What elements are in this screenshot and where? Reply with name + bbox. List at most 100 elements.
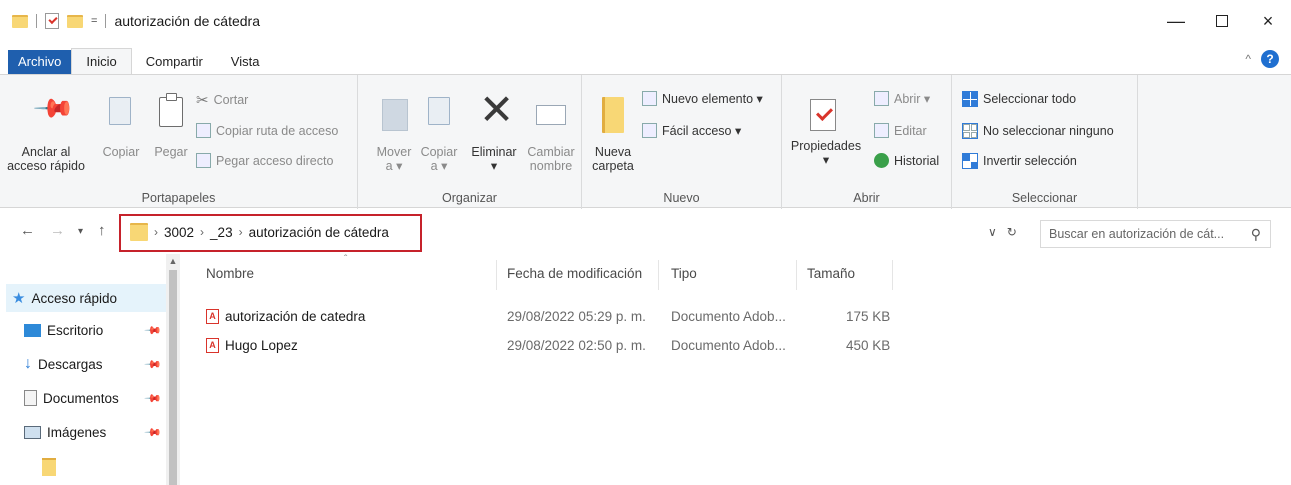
sidebar-item-label: Descargas	[38, 356, 103, 372]
easy-access-label: Fácil acceso ▾	[662, 124, 742, 138]
pin-label-2: acceso rápido	[7, 159, 85, 173]
history-button[interactable]: Historial	[874, 153, 939, 168]
file-type: Documento Adob...	[671, 338, 786, 353]
file-date: 29/08/2022 02:50 p. m.	[507, 338, 646, 353]
copy-button[interactable]: Copiar	[98, 145, 144, 159]
properties-icon[interactable]	[45, 13, 59, 29]
sidebar-item-descargas[interactable]: ↓ Descargas 📌	[24, 350, 162, 378]
column-divider[interactable]	[892, 260, 893, 290]
column-header-size[interactable]: Tamaño	[807, 266, 855, 281]
minimize-button[interactable]: —	[1153, 0, 1199, 42]
group-label-abrir: Abrir	[853, 191, 880, 205]
open-button[interactable]: Abrir ▾	[874, 91, 930, 106]
move-to-icon	[382, 99, 408, 131]
search-icon[interactable]: ⚲	[1251, 226, 1261, 243]
select-all-button[interactable]: Seleccionar todo	[962, 91, 1076, 107]
quick-access-dropdown[interactable]: =	[91, 15, 97, 27]
file-date: 29/08/2022 05:29 p. m.	[507, 309, 646, 324]
pin-icon[interactable]: 📌	[143, 355, 162, 373]
maximize-button[interactable]	[1199, 0, 1245, 42]
sidebar-item-documentos[interactable]: Documentos 📌	[24, 384, 162, 412]
pin-icon[interactable]: 📌	[143, 389, 162, 407]
sidebar-item-acceso-rapido[interactable]: ★ Acceso rápido	[6, 284, 166, 312]
window-title: autorización de cátedra	[114, 13, 260, 29]
cut-button[interactable]: ✂ Cortar	[196, 91, 248, 109]
close-button[interactable]: ×	[1245, 0, 1291, 42]
refresh-icon[interactable]: ↻	[1007, 225, 1017, 239]
select-none-button[interactable]: No seleccionar ninguno	[962, 123, 1114, 139]
address-dropdown-icon[interactable]: ∨	[988, 225, 997, 239]
new-folder-label-1: Nueva	[594, 145, 632, 159]
paste-button[interactable]: Pegar	[148, 145, 194, 159]
up-arrow-icon[interactable]: ↑	[98, 222, 106, 239]
column-divider[interactable]	[796, 260, 797, 290]
group-label-portapapeles: Portapapeles	[141, 191, 216, 205]
new-folder-icon[interactable]	[67, 14, 83, 28]
select-none-label: No seleccionar ninguno	[983, 124, 1114, 138]
sidebar-item-label: Escritorio	[47, 322, 104, 338]
collapse-ribbon-icon[interactable]: ^	[1245, 52, 1251, 66]
back-arrow-icon[interactable]: ←	[20, 222, 35, 239]
table-row[interactable]: A autorización de catedra 29/08/2022 05:…	[206, 305, 906, 331]
file-name-cell: A Hugo Lopez	[206, 338, 298, 353]
properties-button[interactable]: Propiedades ▾	[786, 139, 866, 167]
scrollbar-thumb[interactable]	[169, 270, 177, 485]
file-size: 175 KB	[846, 309, 891, 324]
sidebar-scrollbar[interactable]: ▲	[166, 254, 180, 485]
history-icon	[874, 153, 889, 168]
pin-quick-access-button[interactable]: Anclar al acceso rápido	[6, 145, 86, 173]
column-header-type[interactable]: Tipo	[671, 266, 697, 281]
new-item-button[interactable]: Nuevo elemento ▾	[642, 91, 763, 106]
highlight-box	[119, 214, 422, 252]
tab-compartir[interactable]: Compartir	[132, 50, 217, 74]
move-to-button[interactable]: Mover a ▾	[364, 145, 424, 173]
easy-access-button[interactable]: Fácil acceso ▾	[642, 123, 741, 138]
forward-arrow-icon[interactable]: →	[50, 222, 65, 239]
copy-to-button[interactable]: Copiar a ▾	[416, 145, 462, 173]
tab-vista[interactable]: Vista	[217, 50, 274, 74]
properties-label-2: ▾	[822, 153, 830, 167]
search-input[interactable]	[1049, 227, 1244, 241]
scroll-up-icon[interactable]: ▲	[166, 256, 180, 266]
column-divider[interactable]	[496, 260, 497, 290]
tab-archivo[interactable]: Archivo	[8, 50, 72, 74]
group-organizar: Mover a ▾ Copiar a ▾ ✕ Eliminar ▾ Cambia…	[358, 75, 582, 209]
pin-icon[interactable]: 📌	[143, 423, 162, 441]
history-label: Historial	[894, 153, 940, 168]
group-seleccionar: Seleccionar todo No seleccionar ninguno …	[952, 75, 1138, 209]
pin-icon: 📌	[32, 86, 77, 131]
file-list: ˆ Nombre Fecha de modificación Tipo Tama…	[196, 254, 1291, 485]
invert-selection-label: Invertir selección	[983, 154, 1077, 168]
column-header-date[interactable]: Fecha de modificación	[507, 266, 642, 281]
quick-access-toolbar: =	[0, 13, 107, 29]
copy-path-button[interactable]: Copiar ruta de acceso	[196, 123, 338, 138]
new-folder-label-2: carpeta	[592, 159, 634, 173]
sidebar-item-label: Imágenes	[47, 424, 107, 440]
folder-icon[interactable]	[42, 458, 56, 476]
copy-path-label: Copiar ruta de acceso	[216, 123, 339, 138]
documents-icon	[24, 390, 37, 406]
paste-shortcut-button[interactable]: Pegar acceso directo	[196, 153, 333, 168]
search-box[interactable]: ⚲	[1040, 220, 1271, 248]
new-folder-button[interactable]: Nueva carpeta	[586, 145, 640, 173]
group-portapapeles: 📌 Anclar al acceso rápido Copiar Pegar ✂…	[0, 75, 358, 209]
copy-to-label-1: Copiar	[420, 145, 458, 159]
edit-button[interactable]: Editar	[874, 123, 927, 138]
select-all-label: Seleccionar todo	[983, 92, 1077, 106]
recent-locations-icon[interactable]: ▾	[78, 226, 83, 237]
column-divider[interactable]	[658, 260, 659, 290]
rename-button[interactable]: Cambiar nombre	[524, 145, 578, 173]
sidebar-item-imagenes[interactable]: Imágenes 📌	[24, 418, 162, 446]
pin-icon[interactable]: 📌	[143, 321, 162, 339]
help-icon[interactable]: ?	[1261, 50, 1279, 68]
delete-button[interactable]: Eliminar ▾	[466, 145, 522, 173]
column-header-name[interactable]: Nombre	[206, 266, 254, 281]
new-folder-icon	[602, 97, 624, 133]
sidebar-item-escritorio[interactable]: Escritorio 📌	[24, 316, 162, 344]
select-all-icon	[962, 91, 978, 107]
invert-selection-button[interactable]: Invertir selección	[962, 153, 1077, 169]
tab-inicio[interactable]: Inicio	[71, 48, 132, 74]
file-name: autorización de catedra	[225, 309, 366, 324]
table-row[interactable]: A Hugo Lopez 29/08/2022 02:50 p. m. Docu…	[206, 334, 906, 360]
paste-icon	[159, 93, 183, 127]
